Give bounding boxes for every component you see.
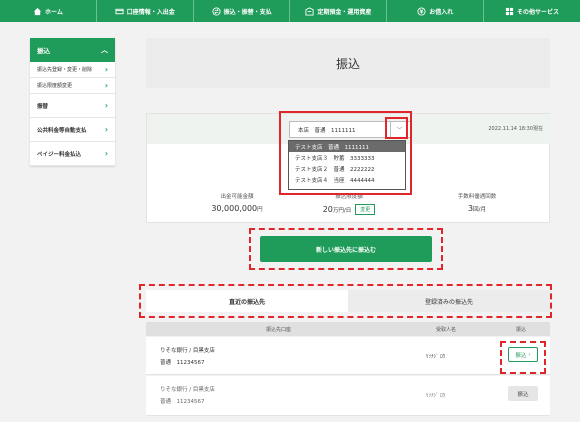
fee-unit: 回/月 — [473, 207, 486, 213]
highlight-dropdown-button — [385, 117, 408, 139]
chevron-right-icon: › — [104, 149, 108, 158]
sidebar-item-label: 公共料金等自動支払 — [37, 127, 87, 134]
nav-label: 振込・振替・支払 — [223, 8, 272, 16]
row-payee-name: ﾘｿﾅｼﾞ ﾛｳ — [426, 354, 446, 360]
highlight-row-transfer-button — [500, 341, 546, 374]
sidebar-item-furikae[interactable]: 振替 › — [30, 94, 115, 118]
highlight-new-transfer — [249, 228, 443, 270]
sidebar-item-label: 振込先登録・変更・削除 — [37, 67, 93, 73]
table-row: りそな銀行 / 目黒支店 普通 11234567 ﾘｿﾅｼﾞ ﾛｳ 振込 › — [146, 337, 550, 375]
row-bank-branch: りそな銀行 / 目黒支店 — [160, 387, 215, 393]
limit-unit: 万円/日 — [332, 208, 352, 214]
nav-label: その他サービス — [517, 8, 560, 16]
stat-limit: 振込限度額 20万円/日 変更 — [299, 192, 399, 215]
table-header: 振込先口座 受取人名 振込 — [146, 322, 550, 336]
row-transfer-label: 振込 — [517, 391, 529, 398]
stat-available: 出金可能金額 30,000,000円 — [187, 192, 287, 213]
page-title: 振込 — [335, 56, 360, 71]
nav-account-info[interactable]: 口座情報・入出金 — [97, 0, 194, 22]
chevron-right-icon: › — [104, 125, 108, 134]
highlight-tabs — [139, 284, 552, 318]
deposit-icon — [305, 6, 314, 16]
nav-other[interactable]: その他サービス — [484, 0, 580, 22]
card-icon — [115, 8, 124, 14]
chevron-right-icon: › — [104, 65, 108, 74]
available-unit: 円 — [257, 207, 263, 213]
transfer-icon — [212, 6, 221, 16]
home-icon — [33, 7, 42, 15]
sidebar-header-label: 振込 — [37, 47, 50, 55]
sidebar-header[interactable]: 振込 ︿ — [30, 38, 115, 62]
stat-available-value: 30,000,000円 — [187, 204, 287, 213]
page-title-box: 振込 — [146, 38, 550, 88]
available-amount: 30,000,000 — [211, 204, 258, 213]
stat-fee-value: 3回/月 — [422, 204, 532, 213]
sidebar-item-label: 振込限度額変更 — [37, 83, 73, 89]
loan-icon: ¥ — [417, 6, 426, 16]
svg-text:¥: ¥ — [420, 9, 424, 15]
column-header-payee: 受取人名 — [436, 327, 457, 333]
grid-icon — [505, 7, 514, 15]
column-header-account: 振込先口座 — [266, 327, 292, 333]
row-transfer-button[interactable]: 振込 — [508, 386, 538, 401]
nav-transfer[interactable]: 振込・振替・支払 — [194, 0, 291, 22]
nav-label: お借入れ — [429, 8, 454, 16]
row-payee-name: ﾘｿﾅｼﾞ ﾛｳ — [426, 393, 446, 399]
sidebar-item-limit-change[interactable]: 振込限度額変更 › — [30, 78, 115, 94]
sidebar-item-payee-registration[interactable]: 振込先登録・変更・削除 › — [30, 62, 115, 78]
chevron-up-icon: ︿ — [101, 46, 108, 54]
sidebar-item-label: ペイジー料金払込 — [37, 151, 82, 158]
sidebar-item-payeasy[interactable]: ペイジー料金払込 › — [30, 142, 115, 166]
row-account-number: 普通 11234567 — [160, 360, 205, 366]
nav-loan[interactable]: ¥ お借入れ — [387, 0, 485, 22]
nav-home[interactable]: ホーム — [0, 0, 97, 22]
balance-date: 2022.11.14 18:30現在 — [488, 126, 543, 132]
nav-label: 定期預金・運用資産 — [317, 8, 372, 16]
column-header-transfer: 振込 — [516, 327, 527, 333]
limit-change-button[interactable]: 変更 — [355, 204, 376, 215]
nav-label: ホーム — [45, 8, 63, 16]
chevron-right-icon: › — [104, 81, 108, 90]
stat-fee: 手数料優遇回数 3回/月 — [422, 192, 532, 213]
stat-available-label: 出金可能金額 — [220, 194, 254, 200]
sidebar-item-label: 振替 — [37, 103, 49, 110]
row-account-number: 普通 11234567 — [160, 399, 205, 405]
nav-deposit[interactable]: 定期預金・運用資産 — [290, 0, 388, 22]
row-bank-branch: りそな銀行 / 目黒支店 — [160, 348, 215, 354]
nav-label: 口座情報・入出金 — [126, 8, 175, 16]
sidebar-item-utility-autopay[interactable]: 公共料金等自動支払 › — [30, 118, 115, 142]
limit-amount: 20 — [322, 205, 333, 214]
chevron-right-icon: › — [104, 101, 108, 110]
table-row: りそな銀行 / 目黒支店 普通 11234567 ﾘｿﾅｼﾞ ﾛｳ 振込 — [146, 376, 550, 416]
stat-fee-label: 手数料優遇回数 — [457, 194, 497, 200]
stat-limit-value: 20万円/日 変更 — [299, 204, 399, 215]
sidebar: 振込 ︿ 振込先登録・変更・削除 › 振込限度額変更 › 振替 › 公共料金等自… — [30, 38, 115, 166]
top-nav: ホーム 口座情報・入出金 振込・振替・支払 定期預金・運用資産 ¥ お借入れ そ… — [0, 0, 580, 22]
